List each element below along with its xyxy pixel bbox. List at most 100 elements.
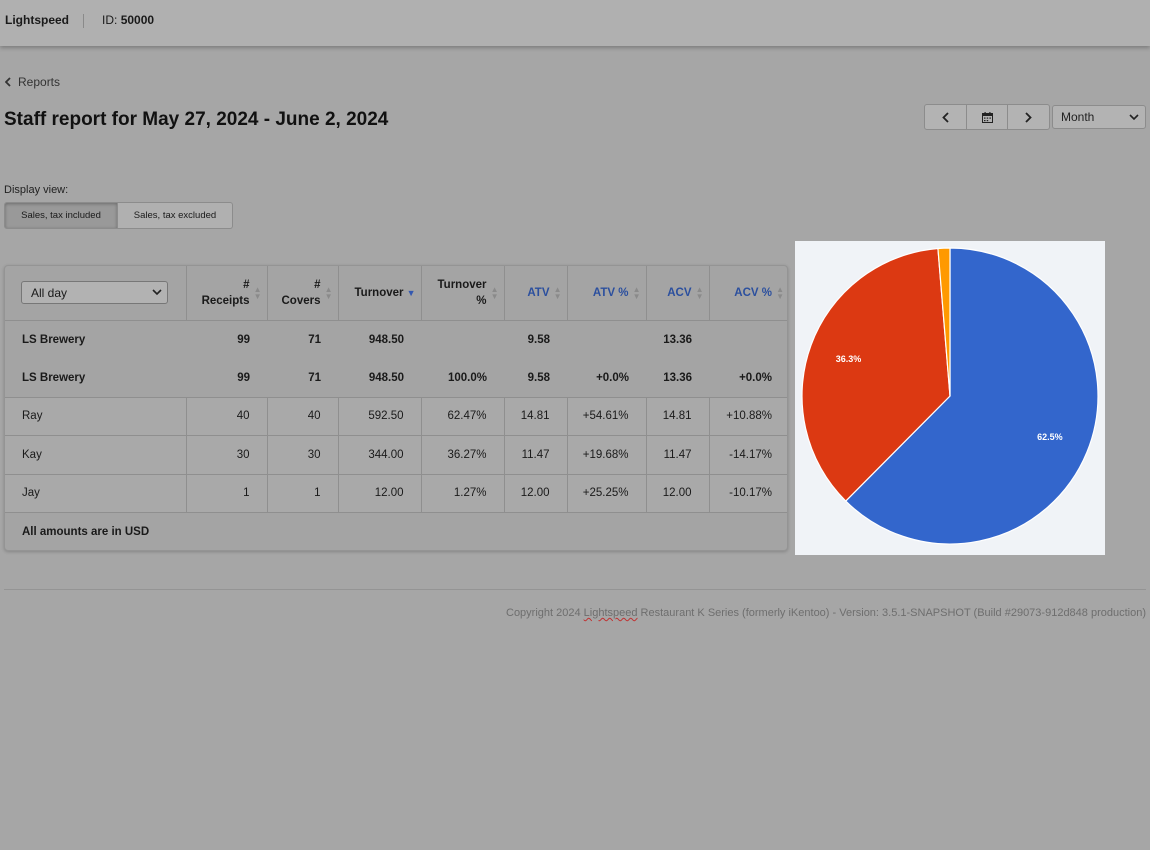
row-name: Kay [5,435,187,475]
turnover-pie-chart-panel: 62.5% 36.3% [795,241,1105,555]
cell-acv-pct: +0.0% [709,358,787,398]
pie-slice-label: 36.3% [836,354,862,364]
table-row[interactable]: Kay 30 30 344.00 36.27% 11.47 +19.68% 11… [5,435,787,475]
chevron-right-icon [1025,111,1032,123]
column-header-line1: ATV [527,286,550,299]
column-header-line1: ATV % [592,286,629,299]
top-bar: Lightspeed ID: 50000 [0,0,1150,46]
page-title: Staff report for May 27, 2024 - June 2, … [4,109,389,130]
sort-descending-icon: ▼ [406,288,416,298]
currency-note: All amounts are in USD [22,525,150,538]
cell-receipts: 40 [186,397,268,436]
calendar-icon [981,111,993,123]
pie-slice-label: 62.5% [1037,432,1063,442]
cell-turnover-pct: 1.27% [421,474,505,513]
copyright-brand: Lightspeed [583,607,638,619]
column-header-line1: # [243,278,250,291]
staff-report-table: All day # Receipts ▲ ▼ # Covers ▲ ▼ Turnover ▼ … [5,266,787,550]
cell-turnover: 344.00 [338,435,422,475]
atv-pct-column-header[interactable]: ATV % ▲ ▼ [567,266,647,321]
cell-receipts: 30 [186,435,268,475]
account-id-value: 50000 [120,13,155,27]
sort-icon: ▲ ▼ [776,285,784,301]
row-name: Jay [5,474,187,513]
chevron-left-icon [942,111,949,123]
column-header-line1: Turnover [354,286,404,299]
cell-turnover: 948.50 [368,333,404,346]
sales-tax-included-button[interactable]: Sales, tax included [4,202,118,229]
cell-acv: 13.36 [646,358,709,398]
display-view-label: Display view: [4,184,69,196]
cell-acv: 13.36 [663,333,692,346]
shift-filter-select[interactable]: All day [21,281,168,305]
covers-column-header[interactable]: # Covers ▲ ▼ [267,266,339,321]
date-navigator [924,104,1050,130]
column-header-line2: Receipts [201,294,250,307]
shift-filter-header: All day [5,266,187,321]
acv-pct-column-header[interactable]: ACV % ▲ ▼ [709,266,787,321]
chevron-down-icon [152,289,162,296]
turnover-column-header[interactable]: Turnover ▼ [338,266,422,321]
cell-acv: 12.00 [646,474,710,513]
period-select-value: Month [1061,110,1095,124]
column-header-line2: % [476,294,487,307]
table-row[interactable]: Ray 40 40 592.50 62.47% 14.81 +54.61% 14… [5,397,787,436]
cell-acv-pct [709,320,787,359]
cell-turnover-pct: 36.27% [421,435,505,475]
cell-atv: 11.47 [504,435,568,475]
next-period-button[interactable] [1008,105,1049,129]
copyright-notice: Copyright 2024 Lightspeed Restaurant K S… [506,607,1146,619]
cell-atv: 12.00 [504,474,568,513]
account-id: ID: 50000 [102,13,154,27]
cell-covers: 71 [267,358,338,398]
cell-atv-pct: +25.25% [567,474,647,513]
cell-acv-pct: -10.17% [709,474,787,513]
turnover-pie-chart: 62.5% 36.3% [801,247,1099,545]
receipts-column-header[interactable]: # Receipts ▲ ▼ [186,266,268,321]
column-header-line2: Covers [281,294,321,307]
cell-acv-pct: -14.17% [709,435,787,475]
cell-receipts: 99 [186,358,267,398]
top-bar-separator [83,14,84,28]
back-to-reports-link[interactable]: Reports [5,75,60,89]
cell-turnover-pct [421,320,504,359]
brand-name: Lightspeed [5,13,70,27]
copyright-prefix: Copyright 2024 [506,607,584,619]
cell-covers: 30 [267,435,339,475]
sort-icon: ▲ ▼ [490,285,499,301]
cell-atv: 9.58 [527,333,550,346]
row-name: LS Brewery [5,358,186,398]
sort-icon: ▲ ▼ [632,285,641,301]
cell-receipts: 99 [237,333,250,346]
cell-turnover: 592.50 [338,397,422,436]
atv-column-header[interactable]: ATV ▲ ▼ [504,266,568,321]
acv-column-header[interactable]: ACV ▲ ▼ [646,266,710,321]
sort-icon: ▲ ▼ [253,285,262,301]
cell-covers: 71 [308,333,321,346]
cell-acv-pct: +10.88% [709,397,787,436]
cell-covers: 40 [267,397,339,436]
back-link-label: Reports [18,75,61,89]
cell-turnover: 12.00 [338,474,422,513]
cell-receipts: 1 [186,474,268,513]
row-name: Ray [5,397,187,436]
chevron-left-icon [5,77,11,87]
turnover-pct-column-header[interactable]: Turnover% ▲ ▼ [421,266,505,321]
sales-tax-excluded-button[interactable]: Sales, tax excluded [118,202,233,229]
previous-period-button[interactable] [925,105,967,129]
table-header-row: All day # Receipts ▲ ▼ # Covers ▲ ▼ Turnover ▼ … [5,266,787,321]
column-header-line1: # [314,278,321,291]
staff-report-table-card: All day # Receipts ▲ ▼ # Covers ▲ ▼ Turnover ▼ … [4,265,788,551]
cell-turnover: 948.50 [338,358,421,398]
cell-atv-pct: +54.61% [567,397,647,436]
cell-atv-pct [567,320,646,359]
cell-turnover-pct: 62.47% [421,397,505,436]
cell-atv-pct: +0.0% [567,358,646,398]
cell-acv: 11.47 [646,435,710,475]
sort-icon: ▲ ▼ [324,285,333,301]
footer-divider [4,589,1146,590]
period-select[interactable]: Month [1052,105,1146,129]
calendar-button[interactable] [967,105,1009,129]
cell-acv: 14.81 [646,397,710,436]
table-row[interactable]: Jay 1 1 12.00 1.27% 12.00 +25.25% 12.00 … [5,474,787,513]
